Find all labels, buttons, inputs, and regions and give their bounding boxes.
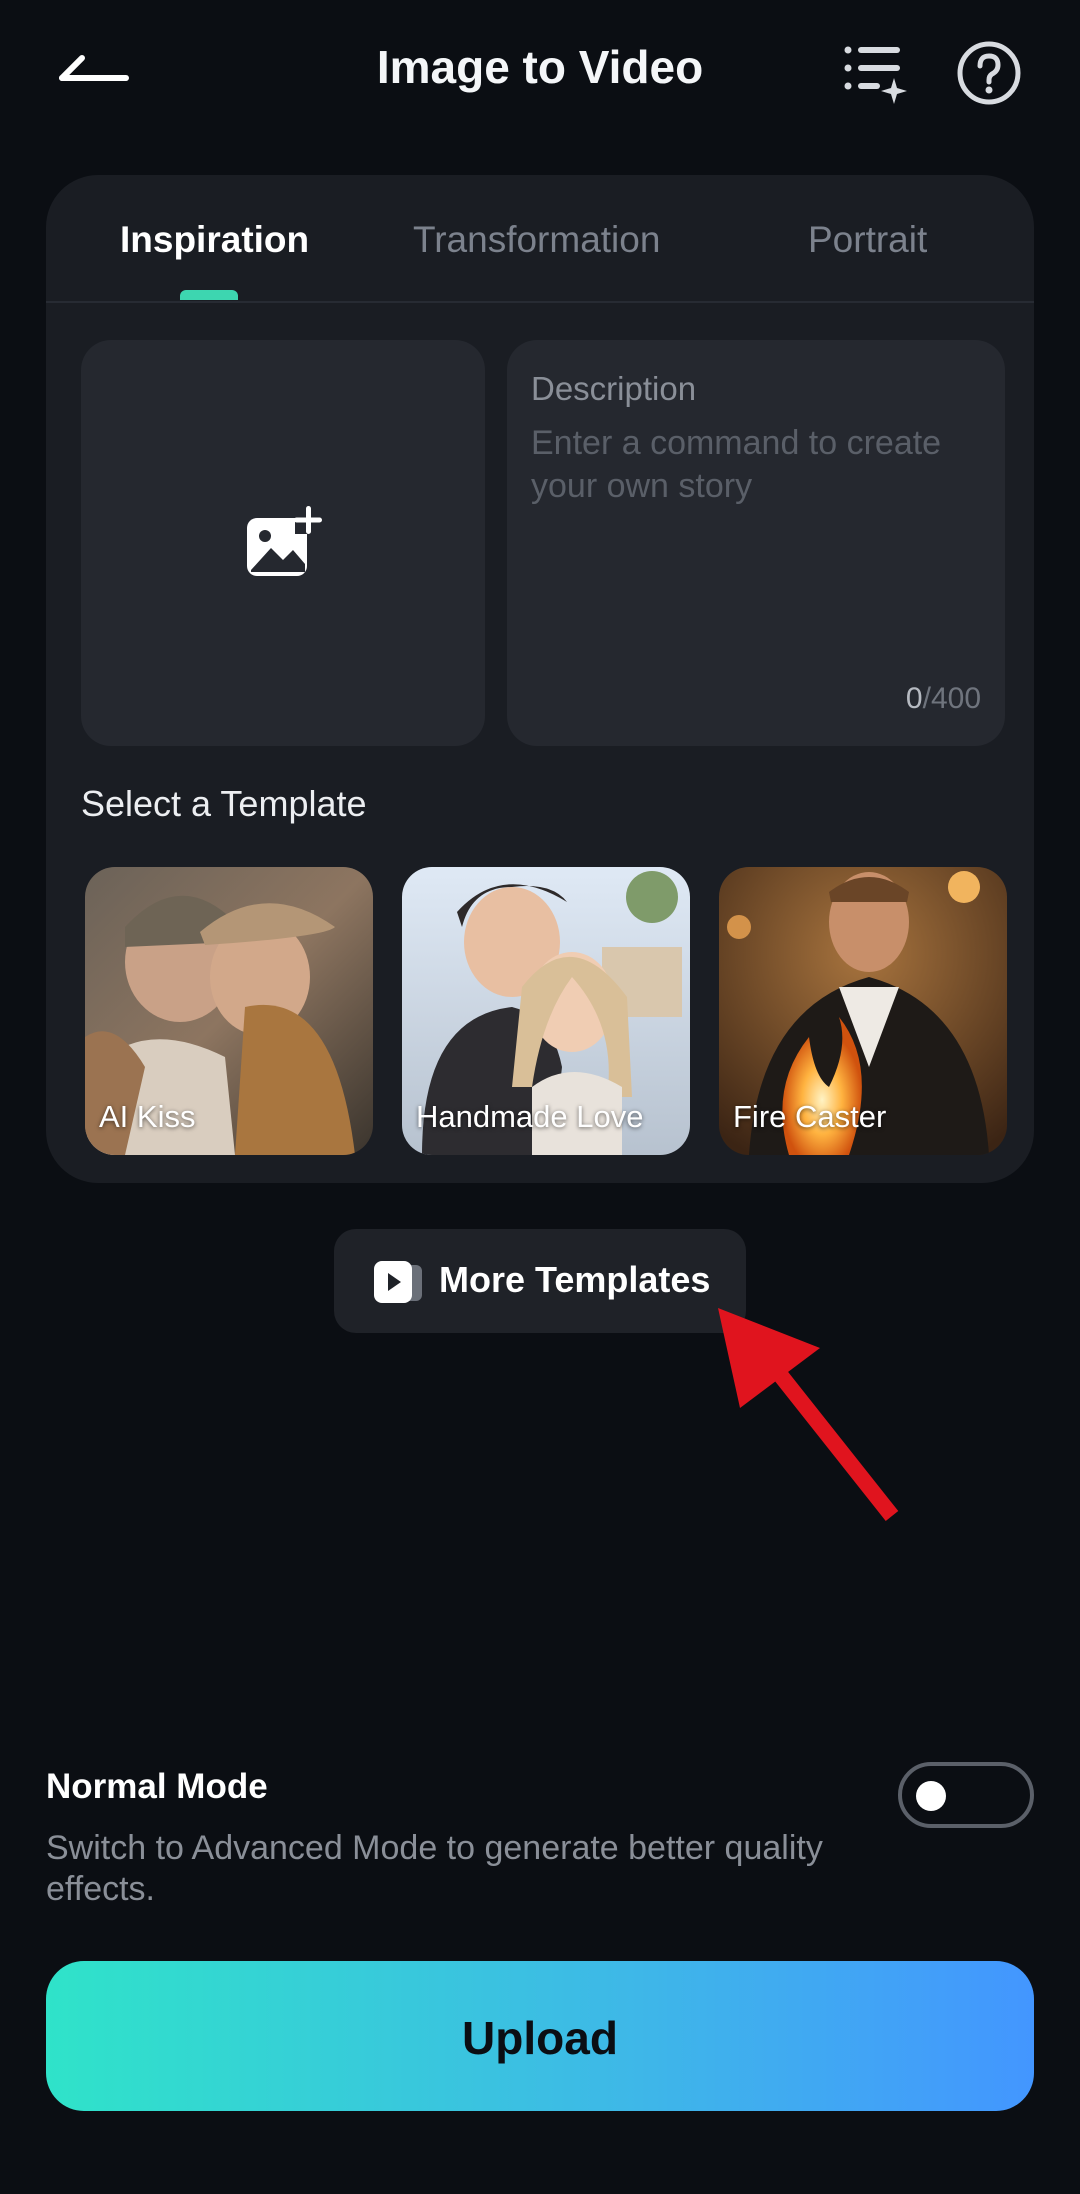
tab-inspiration[interactable]: Inspiration	[120, 219, 309, 261]
mode-description: Switch to Advanced Mode to generate bett…	[46, 1829, 823, 1908]
generator-card: Inspiration Transformation Portrait Desc…	[46, 175, 1034, 1183]
mode-title: Normal Mode	[46, 1767, 268, 1806]
top-bar: Image to Video	[0, 0, 1080, 150]
template-label: Fire Caster	[733, 1099, 887, 1134]
upload-button[interactable]: Upload	[46, 1961, 1034, 2111]
template-card-ai-kiss[interactable]: AI Kiss	[85, 867, 373, 1155]
description-label: Description	[531, 370, 697, 407]
more-templates-label: More Templates	[439, 1259, 711, 1300]
description-input[interactable]: Description Enter a command to create yo…	[507, 340, 1005, 746]
upload-button-label: Upload	[462, 2012, 618, 2064]
history-list-button[interactable]	[840, 40, 910, 106]
template-card-handmade-love[interactable]: Handmade Love	[402, 867, 690, 1155]
page-title: Image to Video	[376, 41, 704, 93]
character-count-max: /400	[922, 682, 981, 715]
more-templates-button[interactable]: More Templates	[334, 1229, 746, 1333]
template-label: AI Kiss	[99, 1099, 196, 1134]
add-image-icon	[247, 506, 322, 576]
select-template-heading: Select a Template	[81, 783, 367, 824]
image-upload-box[interactable]	[81, 340, 485, 746]
character-count-current: 0	[905, 682, 923, 715]
video-template-icon	[374, 1261, 422, 1303]
sparkle-list-icon	[844, 46, 907, 104]
character-counter: 0/400	[906, 682, 981, 716]
toggle-knob	[916, 1781, 946, 1811]
mode-tabs: Inspiration Transformation Portrait	[46, 175, 1034, 303]
active-tab-indicator	[180, 290, 238, 300]
image-to-video-screen: Image to Video Inspiration Transformatio…	[0, 0, 1080, 2194]
tab-transformation[interactable]: Transformation	[413, 219, 660, 261]
red-pointer-arrow-icon	[718, 1308, 899, 1521]
tab-portrait[interactable]: Portrait	[808, 219, 927, 261]
advanced-mode-toggle[interactable]	[898, 1762, 1034, 1828]
help-circle-icon	[957, 41, 1021, 105]
description-placeholder: Enter a command to create your own story	[531, 424, 942, 505]
template-label: Handmade Love	[416, 1099, 644, 1134]
help-button[interactable]	[956, 40, 1022, 106]
template-card-fire-caster[interactable]: Fire Caster	[719, 867, 1007, 1155]
